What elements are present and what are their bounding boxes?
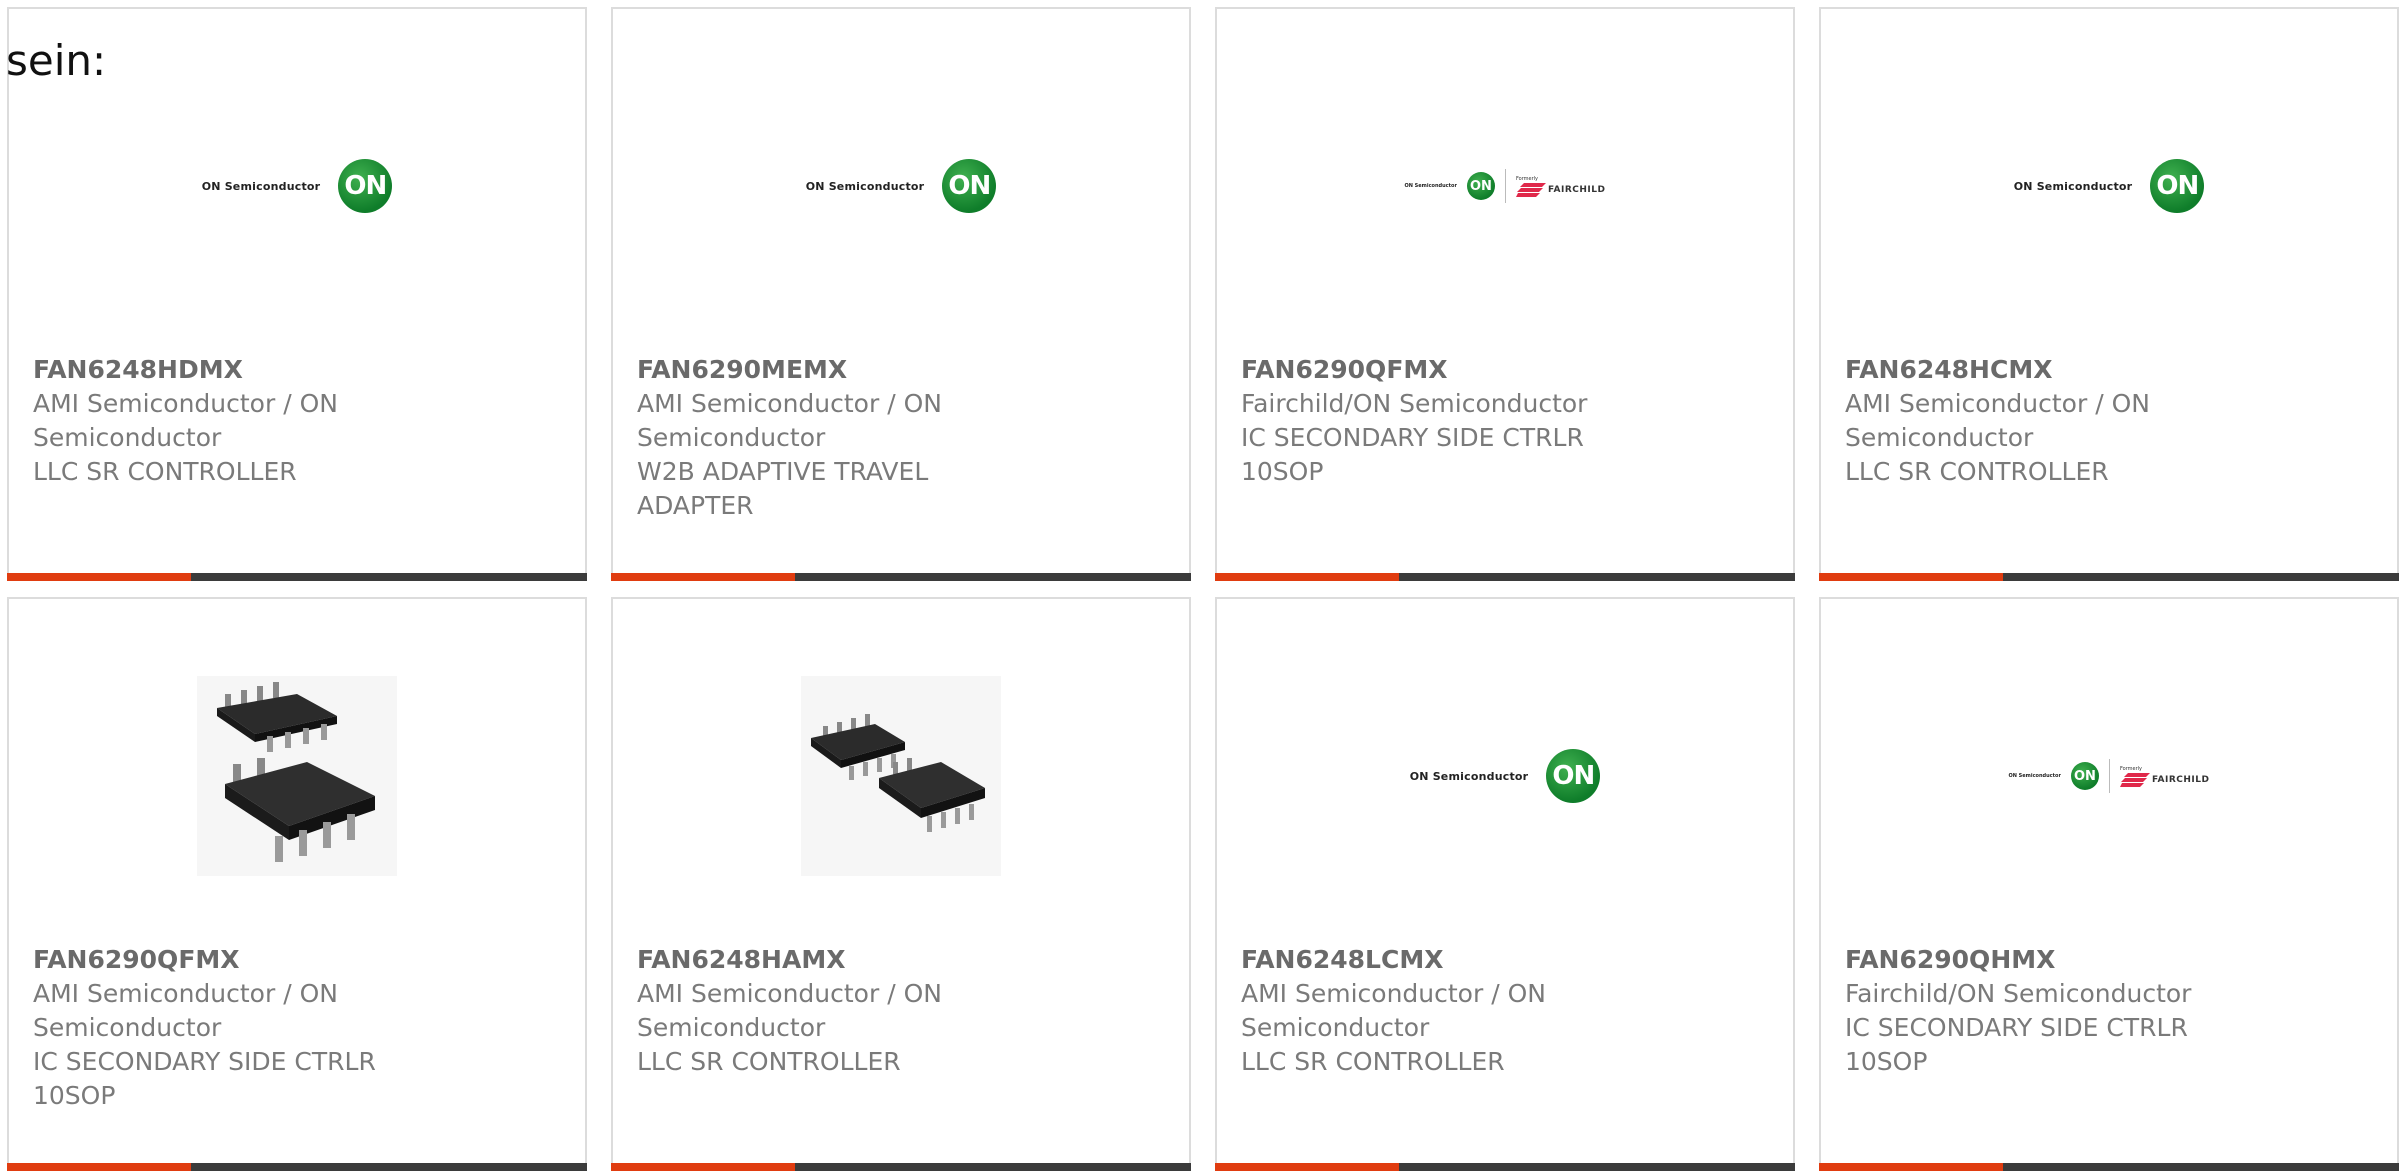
product-card[interactable]: ON Semiconductor ON Formerly FAIRCHILD FAN62… xyxy=(1215,7,1795,581)
card-bar-accent xyxy=(1819,573,2003,581)
product-thumbnail[interactable] xyxy=(613,659,1189,893)
description: IC SECONDARY SIDE CTRLR 10SOP xyxy=(1241,423,1584,486)
logo-wordmark: ON Semiconductor xyxy=(805,179,925,193)
product-thumbnail[interactable] xyxy=(9,659,585,893)
description: LLC SR CONTROLLER xyxy=(1845,457,2109,486)
product-card[interactable]: ON Semiconductor ON Formerly FAIRCHILD FAN62… xyxy=(1819,597,2399,1171)
part-number[interactable]: FAN6248HDMX xyxy=(33,353,453,387)
card-bar-accent xyxy=(1215,1163,1399,1171)
intro-text: sein: xyxy=(6,36,107,85)
logo-wordmark: ON Semiconductor xyxy=(201,179,321,193)
product-card[interactable]: ON Semiconductor ON FAN6248LCMX AMI Semicon… xyxy=(1215,597,1795,1171)
product-card[interactable]: ON Semiconductor ON FAN6248HDMX AMI Semicon… xyxy=(7,7,587,581)
on-fairchild-logo: ON Semiconductor ON Formerly FAIRCHILD xyxy=(2008,759,2209,793)
manufacturer: AMI Semiconductor / ON Semiconductor xyxy=(637,979,942,1042)
product-info: FAN6248HCMX AMI Semiconductor / ON Semicon… xyxy=(1845,353,2265,489)
description: LLC SR CONTROLLER xyxy=(33,457,297,486)
product-thumbnail[interactable]: ON Semiconductor ON xyxy=(613,69,1189,303)
card-bar xyxy=(611,1163,1191,1171)
product-info: FAN6290QHMX Fairchild/ON Semiconductor IC … xyxy=(1845,943,2265,1079)
product-card[interactable]: FAN6248HAMX AMI Semiconductor / ON Semicon… xyxy=(611,597,1191,1171)
product-card[interactable]: ON Semiconductor ON FAN6290MEMX AMI Semicon… xyxy=(611,7,1191,581)
product-info: FAN6248LCMX AMI Semiconductor / ON Semicon… xyxy=(1241,943,1661,1079)
card-bar-accent xyxy=(7,573,191,581)
on-badge-icon: ON xyxy=(2150,159,2205,213)
soic-package-photo xyxy=(801,676,1001,876)
on-semiconductor-logo: ON Semiconductor ON xyxy=(806,159,997,213)
part-number[interactable]: FAN6248LCMX xyxy=(1241,943,1661,977)
part-number[interactable]: FAN6248HCMX xyxy=(1845,353,2265,387)
logo-wordmark: ON Semiconductor xyxy=(2013,179,2133,193)
card-bar xyxy=(7,573,587,581)
part-number[interactable]: FAN6290QHMX xyxy=(1845,943,2265,977)
description: LLC SR CONTROLLER xyxy=(1241,1047,1505,1076)
on-badge-icon: ON xyxy=(1466,172,1495,200)
description: IC SECONDARY SIDE CTRLR 10SOP xyxy=(33,1047,376,1110)
manufacturer: AMI Semiconductor / ON Semiconductor xyxy=(33,979,338,1042)
on-badge-icon: ON xyxy=(2070,762,2099,790)
part-number[interactable]: FAN6248HAMX xyxy=(637,943,1057,977)
fairchild-wordmark: FAIRCHILD xyxy=(1515,182,1606,197)
card-bar-accent xyxy=(7,1163,191,1171)
description: IC SECONDARY SIDE CTRLR 10SOP xyxy=(1845,1013,2188,1076)
card-bar-accent xyxy=(1215,573,1399,581)
card-bar xyxy=(1215,573,1795,581)
fairchild-formerly: Formerly xyxy=(2119,765,2143,772)
on-badge-icon: ON xyxy=(942,159,997,213)
product-info: FAN6290QFMX AMI Semiconductor / ON Semicon… xyxy=(33,943,453,1113)
on-semiconductor-logo: ON Semiconductor ON xyxy=(1410,749,1601,803)
part-number[interactable]: FAN6290MEMX xyxy=(637,353,1057,387)
card-bar xyxy=(611,573,1191,581)
logo-wordmark: ON Semiconductor xyxy=(2008,773,2061,779)
logo-divider xyxy=(2108,759,2110,793)
on-semiconductor-logo: ON Semiconductor ON xyxy=(202,159,393,213)
product-card[interactable]: FAN6290QFMX AMI Semiconductor / ON Semicon… xyxy=(7,597,587,1171)
on-semiconductor-logo: ON Semiconductor ON xyxy=(2014,159,2205,213)
product-thumbnail[interactable]: ON Semiconductor ON Formerly FAIRCHILD xyxy=(1821,659,2397,893)
product-info: FAN6248HAMX AMI Semiconductor / ON Semicon… xyxy=(637,943,1057,1079)
card-bar xyxy=(1819,573,2399,581)
fairchild-formerly: Formerly xyxy=(1515,175,1539,182)
product-info: FAN6248HDMX AMI Semiconductor / ON Semicon… xyxy=(33,353,453,489)
description: LLC SR CONTROLLER xyxy=(637,1047,901,1076)
on-badge-icon: ON xyxy=(338,159,393,213)
card-bar xyxy=(7,1163,587,1171)
product-info: FAN6290QFMX Fairchild/ON Semiconductor IC … xyxy=(1241,353,1661,489)
logo-wordmark: ON Semiconductor xyxy=(1409,769,1529,783)
on-badge-icon: ON xyxy=(1546,749,1601,803)
card-bar-accent xyxy=(1819,1163,2003,1171)
fairchild-mark: Formerly FAIRCHILD xyxy=(1515,175,1606,197)
part-number[interactable]: FAN6290QFMX xyxy=(33,943,453,977)
fairchild-stripes-icon xyxy=(2119,772,2150,787)
description: W2B ADAPTIVE TRAVEL ADAPTER xyxy=(637,457,929,520)
manufacturer: Fairchild/ON Semiconductor xyxy=(1845,979,2192,1008)
card-bar-accent xyxy=(611,573,795,581)
soic-package-photo xyxy=(197,676,397,876)
product-thumbnail[interactable]: ON Semiconductor ON Formerly FAIRCHILD xyxy=(1217,69,1793,303)
fairchild-name: FAIRCHILD xyxy=(1547,184,1606,195)
product-card[interactable]: ON Semiconductor ON FAN6248HCMX AMI Semicon… xyxy=(1819,7,2399,581)
fairchild-mark: Formerly FAIRCHILD xyxy=(2119,765,2210,787)
fairchild-stripes-icon xyxy=(1515,182,1546,197)
card-bar xyxy=(1215,1163,1795,1171)
manufacturer: AMI Semiconductor / ON Semiconductor xyxy=(1845,389,2150,452)
product-thumbnail[interactable]: ON Semiconductor ON xyxy=(9,69,585,303)
product-thumbnail[interactable]: ON Semiconductor ON xyxy=(1217,659,1793,893)
logo-wordmark: ON Semiconductor xyxy=(1404,183,1457,189)
card-bar-accent xyxy=(611,1163,795,1171)
part-number[interactable]: FAN6290QFMX xyxy=(1241,353,1661,387)
manufacturer: AMI Semiconductor / ON Semiconductor xyxy=(33,389,338,452)
manufacturer: AMI Semiconductor / ON Semiconductor xyxy=(637,389,942,452)
fairchild-name: FAIRCHILD xyxy=(2151,774,2210,785)
product-info: FAN6290MEMX AMI Semiconductor / ON Semicon… xyxy=(637,353,1057,523)
product-grid: ON Semiconductor ON FAN6248HDMX AMI Semicon… xyxy=(7,7,2400,1171)
on-fairchild-logo: ON Semiconductor ON Formerly FAIRCHILD xyxy=(1404,169,1605,203)
card-bar xyxy=(1819,1163,2399,1171)
manufacturer: Fairchild/ON Semiconductor xyxy=(1241,389,1588,418)
manufacturer: AMI Semiconductor / ON Semiconductor xyxy=(1241,979,1546,1042)
product-thumbnail[interactable]: ON Semiconductor ON xyxy=(1821,69,2397,303)
logo-divider xyxy=(1504,169,1506,203)
fairchild-wordmark: FAIRCHILD xyxy=(2119,772,2210,787)
